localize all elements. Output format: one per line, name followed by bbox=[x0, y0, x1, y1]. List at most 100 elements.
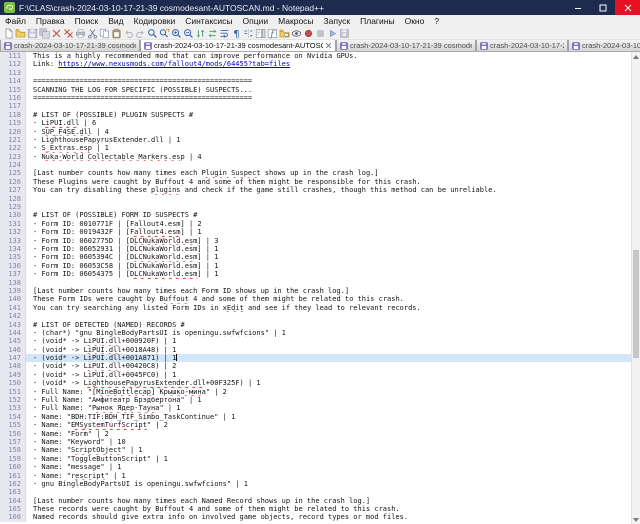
line-text[interactable]: - Full Name: "Рынок Ядер-Тауна" | 1 bbox=[33, 404, 631, 412]
menu-item-11[interactable]: ? bbox=[429, 15, 444, 27]
line-number[interactable]: 160 bbox=[0, 463, 26, 471]
line-text[interactable]: - (void* -> LiPUI.dll+0045FC0) | 1 bbox=[33, 371, 631, 379]
bookmark-margin[interactable] bbox=[26, 455, 33, 463]
menu-item-8[interactable]: Запуск bbox=[319, 15, 356, 27]
line-text[interactable]: - Form ID: 06054375 | [DLCNukaWorld.esm]… bbox=[33, 270, 631, 278]
line-text[interactable]: ========================================… bbox=[33, 77, 631, 85]
bookmark-margin[interactable] bbox=[26, 262, 33, 270]
line-number[interactable]: 132 bbox=[0, 228, 26, 236]
close-icon[interactable] bbox=[51, 28, 62, 39]
bookmark-margin[interactable] bbox=[26, 472, 33, 480]
menu-item-9[interactable]: Плагины bbox=[355, 15, 399, 27]
bookmark-margin[interactable] bbox=[26, 463, 33, 471]
line-text[interactable]: - Nuka-World Collectable Markers.esp | 4 bbox=[33, 153, 631, 161]
line-number[interactable]: 115 bbox=[0, 86, 26, 94]
bookmark-margin[interactable] bbox=[26, 253, 33, 261]
bookmark-margin[interactable] bbox=[26, 279, 33, 287]
bookmark-margin[interactable] bbox=[26, 69, 33, 77]
sync-vertical-icon[interactable] bbox=[195, 28, 206, 39]
tab-close-icon[interactable] bbox=[325, 42, 332, 49]
line-number[interactable]: 127 bbox=[0, 186, 26, 194]
line-text[interactable]: ========================================… bbox=[33, 94, 631, 102]
line-number[interactable]: 159 bbox=[0, 455, 26, 463]
bookmark-margin[interactable] bbox=[26, 421, 33, 429]
menu-item-4[interactable]: Кодировки bbox=[129, 15, 181, 27]
bookmark-margin[interactable] bbox=[26, 144, 33, 152]
line-number[interactable]: 133 bbox=[0, 237, 26, 245]
bookmark-margin[interactable] bbox=[26, 128, 33, 136]
bookmark-margin[interactable] bbox=[26, 304, 33, 312]
line-text[interactable]: - S_Extras.esp | 1 bbox=[33, 144, 631, 152]
line-text[interactable] bbox=[33, 279, 631, 287]
line-number[interactable]: 150 bbox=[0, 379, 26, 387]
line-number[interactable]: 124 bbox=[0, 161, 26, 169]
find-icon[interactable] bbox=[147, 28, 158, 39]
line-number[interactable]: 153 bbox=[0, 404, 26, 412]
line-text[interactable]: - (void* -> LiPUI.dll+000920F) | 1 bbox=[33, 337, 631, 345]
redo-icon[interactable] bbox=[135, 28, 146, 39]
bookmark-margin[interactable] bbox=[26, 371, 33, 379]
menu-item-6[interactable]: Опции bbox=[238, 15, 274, 27]
line-text[interactable]: This is a highly recommended mod that ca… bbox=[33, 52, 631, 60]
line-text[interactable]: You can try disabling these plugins and … bbox=[33, 186, 631, 194]
line-number[interactable]: 152 bbox=[0, 396, 26, 404]
bookmark-margin[interactable] bbox=[26, 362, 33, 370]
line-text[interactable] bbox=[33, 488, 631, 496]
line-number[interactable]: 139 bbox=[0, 287, 26, 295]
line-text[interactable]: # LIST OF (POSSIBLE) PLUGIN SUSPECTS # bbox=[33, 111, 631, 119]
line-number[interactable]: 131 bbox=[0, 220, 26, 228]
bookmark-margin[interactable] bbox=[26, 413, 33, 421]
line-text[interactable]: - Full Name: "[MineBottlecap] Крышко-мин… bbox=[33, 388, 631, 396]
minimize-button[interactable] bbox=[565, 0, 590, 15]
bookmark-margin[interactable] bbox=[26, 497, 33, 505]
bookmark-margin[interactable] bbox=[26, 153, 33, 161]
bookmark-margin[interactable] bbox=[26, 52, 33, 60]
menu-item-10[interactable]: Окно bbox=[400, 15, 430, 27]
line-text[interactable]: # LIST OF DETECTED (NAMED) RECORDS # bbox=[33, 321, 631, 329]
bookmark-margin[interactable] bbox=[26, 203, 33, 211]
bookmark-margin[interactable] bbox=[26, 295, 33, 303]
zoom-out-icon[interactable] bbox=[183, 28, 194, 39]
bookmark-margin[interactable] bbox=[26, 346, 33, 354]
line-number[interactable]: 163 bbox=[0, 488, 26, 496]
editor[interactable]: 111This is a highly recommended mod that… bbox=[0, 52, 640, 524]
bookmark-margin[interactable] bbox=[26, 438, 33, 446]
document-map-icon[interactable] bbox=[255, 28, 266, 39]
line-text[interactable]: [Last number counts how many times each … bbox=[33, 169, 631, 177]
tab-1[interactable]: crash-2024-03-10-17-21-39 cosmodesant-AU… bbox=[140, 40, 336, 51]
line-text[interactable]: - Name: "rescript" | 1 bbox=[33, 472, 631, 480]
replace-icon[interactable] bbox=[159, 28, 170, 39]
bookmark-margin[interactable] bbox=[26, 211, 33, 219]
bookmark-margin[interactable] bbox=[26, 86, 33, 94]
bookmark-margin[interactable] bbox=[26, 186, 33, 194]
line-text[interactable]: - LiPUI.dll | 6 bbox=[33, 119, 631, 127]
copy-icon[interactable] bbox=[99, 28, 110, 39]
line-number[interactable]: 157 bbox=[0, 438, 26, 446]
line-text[interactable]: [Last number counts how many times each … bbox=[33, 287, 631, 295]
line-number[interactable]: 134 bbox=[0, 245, 26, 253]
line-text[interactable]: - Name: "message" | 1 bbox=[33, 463, 631, 471]
line-number[interactable]: 165 bbox=[0, 505, 26, 513]
bookmark-margin[interactable] bbox=[26, 195, 33, 203]
line-text[interactable] bbox=[33, 69, 631, 77]
line-number[interactable]: 141 bbox=[0, 304, 26, 312]
line-number[interactable]: 137 bbox=[0, 270, 26, 278]
line-text[interactable]: - Name: "ToggleButtonScript" | 1 bbox=[33, 455, 631, 463]
line-number[interactable]: 129 bbox=[0, 203, 26, 211]
bookmark-margin[interactable] bbox=[26, 228, 33, 236]
maximize-button[interactable] bbox=[590, 0, 615, 15]
save-icon[interactable] bbox=[27, 28, 38, 39]
line-number[interactable]: 130 bbox=[0, 211, 26, 219]
bookmark-margin[interactable] bbox=[26, 488, 33, 496]
line-text[interactable] bbox=[33, 161, 631, 169]
print-icon[interactable] bbox=[75, 28, 86, 39]
show-all-characters-icon[interactable]: ¶ bbox=[231, 28, 242, 39]
line-number[interactable]: 154 bbox=[0, 413, 26, 421]
paste-icon[interactable] bbox=[111, 28, 122, 39]
tab-3[interactable]: crash-2024-03-10-17-2 bbox=[476, 40, 568, 51]
record-macro-icon[interactable] bbox=[303, 28, 314, 39]
line-text[interactable]: You can try searching any listed Form ID… bbox=[33, 304, 631, 312]
close-all-icon[interactable] bbox=[63, 28, 74, 39]
scrollbar-thumb[interactable] bbox=[633, 250, 639, 358]
menu-item-7[interactable]: Макросы bbox=[273, 15, 318, 27]
